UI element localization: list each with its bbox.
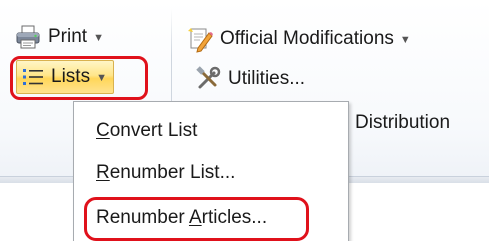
- official-modifications-button[interactable]: Official Modifications ▼: [186, 22, 411, 56]
- document-edit-icon: [186, 25, 214, 53]
- print-label: Print: [48, 26, 88, 47]
- lists-label: Lists: [51, 66, 91, 87]
- printer-icon: [14, 23, 42, 51]
- bullet-list-icon: [21, 65, 45, 89]
- menu-item-mnemonic: C: [96, 120, 110, 141]
- menu-item-convert-list[interactable]: Convert List: [96, 116, 197, 146]
- menu-item-mnemonic: R: [96, 162, 110, 183]
- distribution-label[interactable]: Distribution: [355, 112, 450, 134]
- caret-down-icon: ▼: [93, 32, 104, 44]
- lists-button[interactable]: Lists ▼: [16, 60, 114, 94]
- menu-item-text-post: onvert List: [109, 120, 198, 141]
- caret-down-icon: ▼: [399, 34, 411, 46]
- utilities-button[interactable]: Utilities...: [194, 62, 305, 96]
- menu-item-renumber-list[interactable]: Renumber List...: [96, 158, 235, 188]
- tools-icon: [194, 65, 222, 93]
- caret-down-icon: ▼: [96, 72, 107, 84]
- utilities-label: Utilities...: [228, 68, 306, 89]
- menu-item-text-post: enumber List...: [109, 162, 236, 183]
- print-button[interactable]: Print ▼: [14, 20, 104, 54]
- screenshot-stage: Print ▼ Lists ▼ Official Modifications ▼…: [0, 0, 489, 241]
- official-modifications-label: Official Modifications: [220, 28, 394, 49]
- renumber-articles-highlight-outline: [84, 197, 309, 241]
